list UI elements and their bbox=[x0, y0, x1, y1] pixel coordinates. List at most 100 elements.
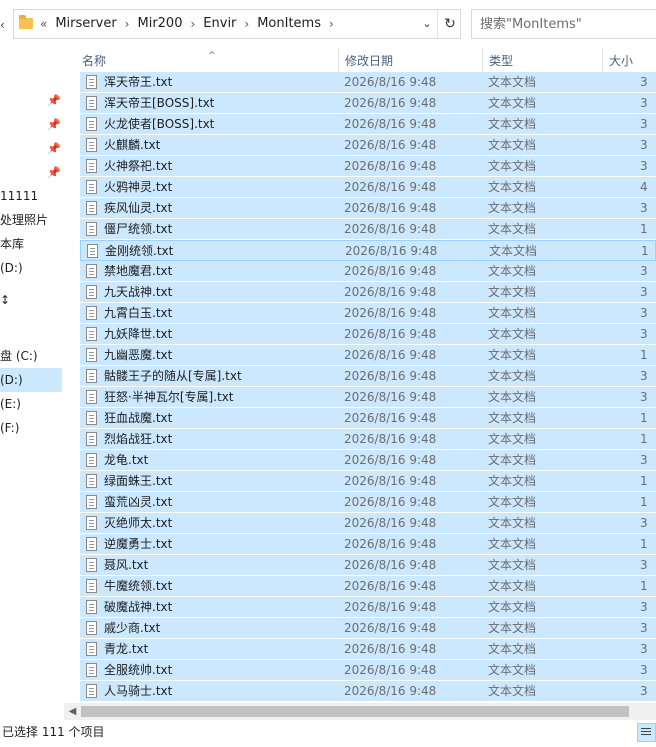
pin-icon[interactable]: 📌 bbox=[47, 95, 61, 107]
file-type: 文本文档 bbox=[488, 369, 537, 383]
file-row[interactable]: 绿面蛛王.txt 2026/8/16 9:48 文本文档 1 bbox=[80, 471, 656, 492]
chevron-right-icon[interactable]: › bbox=[236, 10, 257, 38]
file-row[interactable]: 九幽恶魔.txt 2026/8/16 9:48 文本文档 1 bbox=[80, 345, 656, 366]
file-type: 文本文档 bbox=[488, 138, 537, 152]
scrollbar-thumb[interactable] bbox=[81, 706, 629, 717]
text-file-icon bbox=[86, 138, 97, 152]
file-size: 3 bbox=[640, 306, 648, 320]
pin-icon[interactable]: 📌 bbox=[47, 167, 61, 179]
sidebar-item-drive-f[interactable]: (F:) bbox=[0, 416, 62, 440]
file-row[interactable]: 禁地魔君.txt 2026/8/16 9:48 文本文档 3 bbox=[80, 261, 656, 282]
file-row[interactable]: 金刚统领.txt 2026/8/16 9:48 文本文档 1 bbox=[80, 240, 656, 261]
file-row[interactable]: 九霄白玉.txt 2026/8/16 9:48 文本文档 3 bbox=[80, 303, 656, 324]
details-view-icon[interactable] bbox=[637, 723, 656, 742]
horizontal-scrollbar[interactable]: ◀ bbox=[64, 703, 656, 720]
scroll-left-arrow-icon[interactable]: ◀ bbox=[64, 703, 81, 720]
sidebar-item-drive-d[interactable]: (D:) bbox=[0, 256, 62, 280]
text-file-icon bbox=[86, 453, 97, 467]
file-name: 九天战神.txt bbox=[104, 285, 173, 299]
file-row[interactable]: 聂风.txt 2026/8/16 9:48 文本文档 3 bbox=[80, 555, 656, 576]
text-file-icon bbox=[86, 369, 97, 383]
sidebar-item-photos[interactable]: 处理照片 bbox=[0, 208, 62, 232]
refresh-icon[interactable]: ↻ bbox=[437, 10, 462, 38]
file-list: 浑天帝王.txt 2026/8/16 9:48 文本文档 3 浑天帝王[BOSS].tx… bbox=[72, 72, 656, 702]
breadcrumb-item-monitems[interactable]: MonItems bbox=[257, 10, 321, 38]
file-type: 文本文档 bbox=[488, 558, 537, 572]
file-row[interactable]: 僵尸统领.txt 2026/8/16 9:48 文本文档 1 bbox=[80, 219, 656, 240]
breadcrumb: «Mirserver › Mir200 › Envir › MonItems › bbox=[40, 10, 342, 38]
file-row[interactable]: 九天战神.txt 2026/8/16 9:48 文本文档 3 bbox=[80, 282, 656, 303]
sidebar-item-drive-d-selected[interactable]: (D:) bbox=[0, 368, 62, 392]
file-row[interactable]: 破魔战神.txt 2026/8/16 9:48 文本文档 3 bbox=[80, 597, 656, 618]
file-type: 文本文档 bbox=[488, 537, 537, 551]
file-name: 九霄白玉.txt bbox=[104, 306, 173, 320]
address-bar[interactable]: «Mirserver › Mir200 › Envir › MonItems › ⌄ ↻ bbox=[13, 9, 461, 39]
file-type: 文本文档 bbox=[488, 579, 537, 593]
column-header-name[interactable]: 名称 ^ bbox=[76, 48, 338, 72]
file-date: 2026/8/16 9:48 bbox=[344, 474, 437, 488]
file-row[interactable]: 浑天帝王[BOSS].txt 2026/8/16 9:48 文本文档 3 bbox=[80, 93, 656, 114]
text-file-icon bbox=[86, 75, 97, 89]
pin-icon[interactable]: 📌 bbox=[47, 119, 61, 131]
file-row[interactable]: 戚少商.txt 2026/8/16 9:48 文本文档 3 bbox=[80, 618, 656, 639]
address-toolbar: ‹ «Mirserver › Mir200 › Envir › MonItems › ⌄ ↻ bbox=[0, 0, 656, 48]
chevron-right-icon[interactable]: › bbox=[321, 10, 342, 38]
search-input[interactable] bbox=[480, 10, 655, 38]
file-row[interactable]: 全服统帅.txt 2026/8/16 9:48 文本文档 3 bbox=[80, 660, 656, 681]
sidebar-item-network[interactable]: ↕ bbox=[0, 288, 62, 312]
file-row[interactable]: 九妖降世.txt 2026/8/16 9:48 文本文档 3 bbox=[80, 324, 656, 345]
file-row[interactable]: 灭绝师太.txt 2026/8/16 9:48 文本文档 3 bbox=[80, 513, 656, 534]
chevron-right-icon[interactable]: › bbox=[117, 10, 138, 38]
file-row[interactable]: 火龙使者[BOSS].txt 2026/8/16 9:48 文本文档 3 bbox=[80, 114, 656, 135]
file-name: 九幽恶魔.txt bbox=[104, 348, 173, 362]
text-file-icon bbox=[86, 180, 97, 194]
breadcrumb-item-mirserver[interactable]: Mirserver bbox=[55, 10, 116, 38]
file-name: 火鸦神灵.txt bbox=[104, 180, 173, 194]
pin-icon[interactable]: 📌 bbox=[47, 143, 61, 155]
file-name: 烈焰战狂.txt bbox=[104, 432, 173, 446]
file-type: 文本文档 bbox=[488, 495, 537, 509]
file-row[interactable]: 浑天帝王.txt 2026/8/16 9:48 文本文档 3 bbox=[80, 72, 656, 93]
text-file-icon bbox=[86, 474, 97, 488]
file-row[interactable]: 烈焰战狂.txt 2026/8/16 9:48 文本文档 1 bbox=[80, 429, 656, 450]
file-row[interactable]: 骷髅王子的随从[专属].txt 2026/8/16 9:48 文本文档 3 bbox=[80, 366, 656, 387]
file-size: 3 bbox=[640, 327, 648, 341]
file-type: 文本文档 bbox=[489, 244, 538, 258]
breadcrumb-item-envir[interactable]: Envir bbox=[203, 10, 236, 38]
chevron-right-icon[interactable]: › bbox=[182, 10, 203, 38]
file-row[interactable]: 火鸦神灵.txt 2026/8/16 9:48 文本文档 4 bbox=[80, 177, 656, 198]
file-row[interactable]: 疾风仙灵.txt 2026/8/16 9:48 文本文档 3 bbox=[80, 198, 656, 219]
file-row[interactable]: 火神祭祀.txt 2026/8/16 9:48 文本文档 3 bbox=[80, 156, 656, 177]
file-row[interactable]: 狂怒·半神瓦尔[专属].txt 2026/8/16 9:48 文本文档 3 bbox=[80, 387, 656, 408]
sidebar-item-11111[interactable]: 11111 bbox=[0, 184, 62, 208]
column-header-type[interactable]: 类型 bbox=[482, 48, 602, 72]
file-row[interactable]: 青龙.txt 2026/8/16 9:48 文本文档 3 bbox=[80, 639, 656, 660]
file-name: 狂怒·半神瓦尔[专属].txt bbox=[104, 390, 234, 404]
chevron-down-icon[interactable]: ⌄ bbox=[419, 10, 435, 38]
search-box[interactable] bbox=[471, 9, 656, 39]
column-header-size[interactable]: 大小 bbox=[602, 48, 656, 72]
file-row[interactable]: 人马骑士.txt 2026/8/16 9:48 文本文档 3 bbox=[80, 681, 656, 702]
column-header-date[interactable]: 修改日期 bbox=[338, 48, 482, 72]
file-row[interactable]: 狂血战魔.txt 2026/8/16 9:48 文本文档 1 bbox=[80, 408, 656, 429]
file-name: 逆魔勇士.txt bbox=[104, 537, 173, 551]
file-row[interactable]: 牛魔统领.txt 2026/8/16 9:48 文本文档 1 bbox=[80, 576, 656, 597]
breadcrumb-item-mir200[interactable]: Mir200 bbox=[137, 10, 182, 38]
file-type: 文本文档 bbox=[488, 117, 537, 131]
file-date: 2026/8/16 9:48 bbox=[344, 201, 437, 215]
overflow-chevron-icon[interactable]: « bbox=[40, 10, 55, 38]
chevron-left-icon[interactable]: ‹ bbox=[0, 16, 6, 34]
file-row[interactable]: 龙龟.txt 2026/8/16 9:48 文本文档 3 bbox=[80, 450, 656, 471]
sidebar-item-drive-e[interactable]: (E:) bbox=[0, 392, 62, 416]
file-date: 2026/8/16 9:48 bbox=[344, 96, 437, 110]
file-row[interactable]: 火麒麟.txt 2026/8/16 9:48 文本文档 3 bbox=[80, 135, 656, 156]
file-type: 文本文档 bbox=[488, 684, 537, 698]
file-row[interactable]: 蛮荒凶灵.txt 2026/8/16 9:48 文本文档 1 bbox=[80, 492, 656, 513]
file-row[interactable]: 逆魔勇士.txt 2026/8/16 9:48 文本文档 1 bbox=[80, 534, 656, 555]
sidebar-item-drive-c[interactable]: 盘 (C:) bbox=[0, 344, 62, 368]
text-file-icon bbox=[86, 285, 97, 299]
navigation-pane: 📌 📌 📌 📌 11111 处理照片 本库 (D:) ↕ 盘 (C:) (D:)… bbox=[0, 48, 72, 700]
file-type: 文本文档 bbox=[488, 600, 537, 614]
text-file-icon bbox=[86, 537, 97, 551]
sidebar-item-library[interactable]: 本库 bbox=[0, 232, 62, 256]
